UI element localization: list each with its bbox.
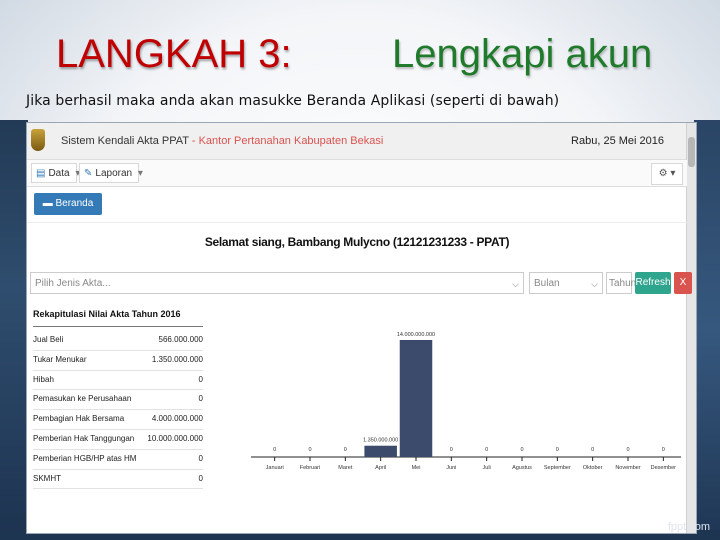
background-right-panel bbox=[694, 120, 720, 540]
bar-value-label: 0 bbox=[662, 447, 665, 453]
filter-row: Pilih Jenis Akta... ⌵ Bulan ⌵ Tahun Refr… bbox=[27, 272, 692, 296]
rekap-row: Hibah 0 bbox=[33, 371, 203, 391]
rekap-row-value: 1.350.000.000 bbox=[151, 354, 203, 364]
rekap-row-value: 0 bbox=[198, 473, 203, 483]
rekap-row-label: Pembagian Hak Bersama bbox=[33, 414, 125, 424]
rekap-row-value: 0 bbox=[198, 394, 203, 404]
nav-menu-data[interactable]: ▤ Data ▾ bbox=[31, 163, 80, 183]
divider bbox=[27, 222, 687, 223]
vertical-scrollbar[interactable] bbox=[686, 123, 696, 533]
background-left-panel bbox=[0, 120, 28, 540]
bar-value-label: 0 bbox=[556, 447, 559, 453]
app-header: Sistem Kendali Akta PPAT - Kantor Pertan… bbox=[27, 123, 696, 160]
chevron-down-icon: ⌵ bbox=[591, 279, 598, 289]
chart-bar[interactable] bbox=[399, 340, 433, 457]
app-screenshot: Sistem Kendali Akta PPAT - Kantor Pertan… bbox=[26, 122, 697, 534]
slide-title-action: Lengkapi akun bbox=[392, 32, 653, 76]
nav-menu-laporan[interactable]: ✎ Laporan ▾ bbox=[79, 163, 143, 183]
rekap-row-label: Hibah bbox=[33, 374, 54, 384]
monthly-value-bar-chart: 0 Januari 0 Februari 0 Maret 1.350.000.000 Apri… bbox=[251, 332, 681, 471]
file-icon: ▤ bbox=[36, 168, 46, 179]
x-tick-label: Agustus bbox=[512, 465, 532, 471]
tahun-placeholder: Tahun bbox=[609, 278, 637, 289]
clipboard-icon: ✎ bbox=[84, 168, 93, 179]
bulan-placeholder: Bulan bbox=[534, 278, 560, 289]
bar-value-label: 0 bbox=[485, 447, 488, 453]
bar-value-label: 0 bbox=[520, 447, 523, 453]
nav-menu-laporan-label: Laporan bbox=[95, 168, 133, 179]
app-title-office: - Kantor Pertanahan Kabupaten Bekasi bbox=[191, 135, 384, 147]
agency-logo-icon bbox=[31, 129, 45, 151]
rekap-row-label: Pemberian HGB/HP atas HM bbox=[33, 453, 137, 463]
beranda-button-label: Beranda bbox=[55, 198, 94, 209]
x-tick-label: Januari bbox=[266, 465, 284, 471]
nav-menu-data-label: Data bbox=[48, 168, 70, 179]
rekap-table: Jual Beli 566.000.000 Tukar Menukar 1.350.0… bbox=[33, 331, 203, 490]
chart-bar[interactable] bbox=[364, 445, 397, 457]
bar-value-label: 0 bbox=[591, 447, 594, 453]
x-tick-label: Oktober bbox=[583, 465, 603, 471]
home-icon: ▬ bbox=[42, 198, 56, 209]
bar-value-label: 14.000.000.000 bbox=[397, 332, 435, 338]
clear-filter-button[interactable]: X bbox=[674, 272, 692, 294]
rekap-row-value: 10.000.000.000 bbox=[147, 433, 203, 443]
rekap-row-value: 0 bbox=[198, 374, 203, 384]
footer-watermark: fppt.com bbox=[667, 521, 710, 533]
x-tick-label: April bbox=[375, 465, 386, 471]
tahun-input[interactable]: Tahun bbox=[606, 272, 636, 294]
rekap-row-label: Pemberian Hak Tanggungan bbox=[33, 433, 135, 443]
slide-title-step: LANGKAH 3: bbox=[56, 32, 292, 76]
bar-value-label: 0 bbox=[273, 447, 276, 453]
jenis-akta-placeholder: Pilih Jenis Akta... bbox=[35, 278, 111, 289]
x-tick-label: Desember bbox=[651, 465, 677, 471]
chevron-down-icon: ⌵ bbox=[512, 279, 519, 289]
beranda-button[interactable]: ▬ Beranda bbox=[34, 193, 102, 215]
slide-title: LANGKAH 3: Lengkapi akun bbox=[0, 26, 720, 82]
app-title-main: Sistem Kendali Akta PPAT bbox=[61, 135, 189, 147]
rekap-row: Pemasukan ke Perusahaan 0 bbox=[33, 390, 203, 411]
scrollbar-thumb[interactable] bbox=[688, 137, 695, 167]
rekap-row-value: 0 bbox=[198, 453, 203, 463]
app-title: Sistem Kendali Akta PPAT - Kantor Pertan… bbox=[61, 135, 383, 147]
greeting-text: Selamat siang, Bambang Mulycno (12121231… bbox=[204, 235, 510, 249]
jenis-akta-select[interactable]: Pilih Jenis Akta... ⌵ bbox=[30, 272, 524, 294]
rekap-row-label: SKMHT bbox=[33, 473, 61, 483]
nav-bar: ▤ Data ▾ ✎ Laporan ▾ ⚙ ▾ bbox=[27, 160, 687, 187]
bar-value-label: 1.350.000.000 bbox=[363, 438, 398, 444]
x-tick-label: Maret bbox=[338, 465, 353, 471]
settings-menu[interactable]: ⚙ ▾ bbox=[651, 163, 683, 185]
header-date: Rabu, 25 Mei 2016 bbox=[571, 135, 664, 147]
rekap-row: Pemberian HGB/HP atas HM 0 bbox=[33, 450, 203, 470]
rekap-row: Pemberian Hak Tanggungan 10.000.000.000 bbox=[33, 430, 203, 450]
chevron-down-icon: ▾ bbox=[137, 168, 143, 179]
divider bbox=[33, 326, 203, 327]
bar-value-label: 0 bbox=[344, 447, 347, 453]
rekap-row-label: Pemasukan ke Perusahaan bbox=[33, 394, 132, 404]
x-tick-label: Mei bbox=[412, 465, 421, 471]
rekap-row: Tukar Menukar 1.350.000.000 bbox=[33, 351, 203, 371]
rekap-row-label: Tukar Menukar bbox=[33, 354, 87, 364]
rekap-title: Rekapitulasi Nilai Akta Tahun 2016 bbox=[33, 309, 181, 319]
refresh-button[interactable]: Refresh bbox=[635, 272, 671, 294]
rekap-row: Jual Beli 566.000.000 bbox=[33, 331, 203, 351]
rekap-row: SKMHT 0 bbox=[33, 470, 203, 490]
rekap-row-value: 4.000.000.000 bbox=[151, 414, 203, 424]
x-tick-label: Juni bbox=[446, 465, 456, 471]
rekap-row: Pembagian Hak Bersama 4.000.000.000 bbox=[33, 410, 203, 430]
bar-value-label: 0 bbox=[626, 447, 629, 453]
x-tick-label: September bbox=[544, 465, 571, 471]
x-tick-label: November bbox=[615, 465, 641, 471]
slide-subtitle: Jika berhasil maka anda akan masukke Ber… bbox=[26, 93, 560, 109]
gear-icon: ⚙ bbox=[658, 168, 668, 179]
rekap-row-label: Jual Beli bbox=[33, 335, 64, 344]
x-tick-label: Juli bbox=[483, 465, 491, 471]
bar-value-label: 0 bbox=[450, 447, 453, 453]
x-tick-label: Februari bbox=[300, 465, 320, 471]
rekap-row-value: 566.000.000 bbox=[158, 335, 204, 344]
bar-value-label: 0 bbox=[308, 447, 311, 453]
bulan-select[interactable]: Bulan ⌵ bbox=[529, 272, 603, 294]
chevron-down-icon: ▾ bbox=[667, 168, 676, 179]
